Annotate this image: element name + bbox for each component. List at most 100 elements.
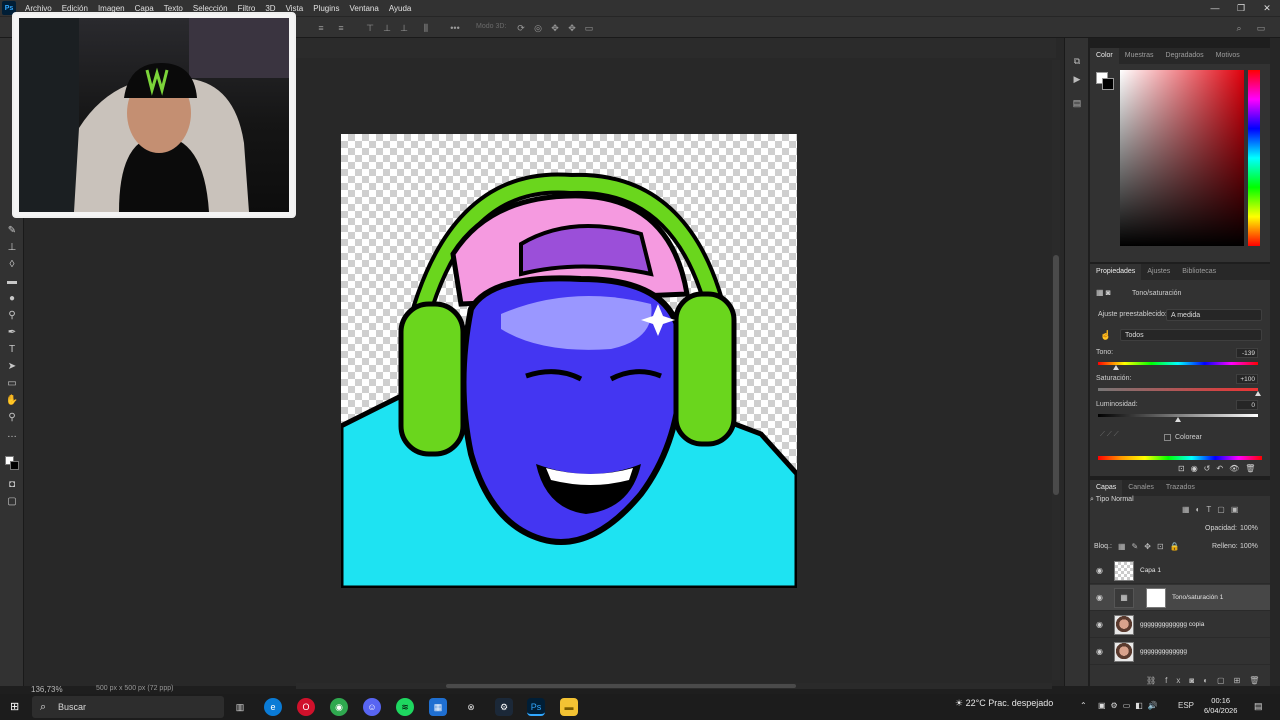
- align-left-icon[interactable]: ≡: [315, 22, 327, 34]
- roll-3d-icon[interactable]: ◎: [532, 22, 544, 34]
- vertical-scrollbar[interactable]: [1052, 60, 1060, 680]
- layer-row-selected[interactable]: ◉ ▦ Tono/saturación 1: [1090, 585, 1270, 611]
- layer-row[interactable]: ◉ ggggggggggggg: [1090, 639, 1270, 665]
- orbit-3d-icon[interactable]: ⟳: [515, 22, 527, 34]
- hand-tool-icon[interactable]: ✋: [5, 394, 19, 408]
- actions-icon[interactable]: ▶: [1071, 74, 1083, 86]
- layer-filter-icons[interactable]: ▦◐T▢▣: [1182, 505, 1244, 514]
- steam-icon[interactable]: ⚙: [495, 698, 513, 716]
- rectangle-tool-icon[interactable]: ▭: [5, 377, 19, 391]
- type-tool-icon[interactable]: T: [5, 343, 19, 357]
- vertical-scroll-thumb[interactable]: [1053, 255, 1059, 495]
- tab-bibliotecas[interactable]: Bibliotecas: [1176, 264, 1222, 280]
- layer-name[interactable]: ggggggggggggg copia: [1140, 621, 1204, 628]
- saturation-slider-track[interactable]: [1098, 388, 1261, 396]
- menu-ayuda[interactable]: Ayuda: [389, 4, 412, 13]
- tray-chevron-icon[interactable]: ⌃: [1080, 701, 1087, 710]
- clock[interactable]: 00:16 6/04/2026: [1204, 696, 1237, 716]
- task-view-icon[interactable]: ▥: [231, 698, 249, 716]
- notifications-icon[interactable]: ▤: [1254, 701, 1263, 712]
- search-icon[interactable]: ⌕: [1233, 22, 1245, 34]
- stamp-tool-icon[interactable]: ⊥: [5, 241, 19, 255]
- more-options-icon[interactable]: •••: [449, 22, 461, 34]
- pan-3d-icon[interactable]: ✥: [549, 22, 561, 34]
- comments-icon[interactable]: ▤: [1071, 98, 1083, 110]
- layer-row[interactable]: ◉ ggggggggggggg copia: [1090, 612, 1270, 638]
- edit-toolbar-icon[interactable]: …: [5, 428, 19, 442]
- layer-name[interactable]: Tono/saturación 1: [1172, 594, 1223, 601]
- spotify-icon[interactable]: ≋: [396, 698, 414, 716]
- properties-footer-icons[interactable]: ⊡◉↺↶👁🗑: [1178, 464, 1261, 473]
- align-top-icon[interactable]: ⊤: [364, 22, 376, 34]
- dodge-tool-icon[interactable]: ⚲: [5, 309, 19, 323]
- layer-row[interactable]: ◉ Capa 1: [1090, 558, 1270, 584]
- layer-name[interactable]: ggggggggggggg: [1140, 648, 1187, 655]
- path-selection-icon[interactable]: ➤: [5, 360, 19, 374]
- slide-3d-icon[interactable]: ✥: [566, 22, 578, 34]
- layer-name[interactable]: Capa 1: [1140, 567, 1161, 574]
- visibility-eye-icon[interactable]: ◉: [1096, 620, 1106, 629]
- hue-slider-track[interactable]: [1098, 362, 1258, 370]
- input-language[interactable]: ESP: [1178, 701, 1194, 710]
- opacity-value[interactable]: 100%: [1240, 525, 1258, 532]
- lock-icons[interactable]: ▦✎✥⊡🔒: [1118, 542, 1186, 551]
- tray-icons[interactable]: ▣⚙▭◧🔊: [1098, 701, 1163, 710]
- eraser-tool-icon[interactable]: ◊: [5, 258, 19, 272]
- lightness-slider-track[interactable]: [1098, 414, 1258, 422]
- visibility-eye-icon[interactable]: ◉: [1096, 593, 1106, 602]
- windows-start-icon[interactable]: ⊞: [10, 701, 22, 713]
- menu-ventana[interactable]: Ventana: [349, 4, 378, 13]
- restore-button[interactable]: ❐: [1228, 0, 1254, 16]
- opera-icon[interactable]: O: [297, 698, 315, 716]
- align-middle-icon[interactable]: ⊥: [381, 22, 393, 34]
- saturation-slider-knob[interactable]: [1255, 391, 1261, 396]
- hue-slider[interactable]: [1248, 70, 1260, 246]
- fill-value[interactable]: 100%: [1240, 543, 1258, 550]
- tab-propiedades[interactable]: Propiedades: [1090, 264, 1142, 280]
- edge-icon[interactable]: e: [264, 698, 282, 716]
- app-icon[interactable]: ⊗: [462, 698, 480, 716]
- chrome-icon[interactable]: ◉: [330, 698, 348, 716]
- target-adjust-hand-icon[interactable]: ☝: [1100, 330, 1111, 341]
- color-picker-field[interactable]: [1120, 70, 1244, 246]
- eyedropper-icon[interactable]: ⟋ ⟋ ⟋: [1100, 431, 1119, 439]
- lightness-value[interactable]: 0: [1236, 400, 1258, 410]
- tab-canales[interactable]: Canales: [1122, 480, 1160, 496]
- colorize-checkbox[interactable]: [1164, 434, 1171, 441]
- channel-dropdown[interactable]: Todos: [1120, 329, 1262, 341]
- tab-capas[interactable]: Capas: [1090, 480, 1123, 496]
- file-explorer-icon[interactable]: ▬: [560, 698, 578, 716]
- zoom-tool-icon[interactable]: ⚲: [5, 411, 19, 425]
- tab-degradados[interactable]: Degradados: [1160, 48, 1210, 64]
- visibility-eye-icon[interactable]: ◉: [1096, 647, 1106, 656]
- document-canvas[interactable]: [341, 134, 797, 588]
- store-icon[interactable]: ▦: [429, 698, 447, 716]
- hue-value[interactable]: -139: [1236, 348, 1258, 358]
- lightness-slider-knob[interactable]: [1175, 417, 1181, 422]
- tab-trazados[interactable]: Trazados: [1160, 480, 1201, 496]
- close-button[interactable]: ✕: [1254, 0, 1280, 16]
- layer-filter-dropdown[interactable]: ⌕ Tipo: [1090, 496, 1109, 503]
- screen-mode-icon[interactable]: ▢: [5, 495, 19, 509]
- history-icon[interactable]: ⧉: [1071, 56, 1083, 68]
- distribute-icon[interactable]: ⫼: [420, 22, 432, 34]
- panels-scrollbar[interactable]: [1270, 38, 1280, 686]
- taskbar-search-box[interactable]: ⌕ Buscar: [32, 696, 224, 718]
- discord-icon[interactable]: ☺: [363, 698, 381, 716]
- brush-tool-icon[interactable]: ✎: [5, 224, 19, 238]
- hue-slider-knob[interactable]: [1113, 365, 1120, 370]
- tab-ajustes[interactable]: Ajustes: [1141, 264, 1176, 280]
- pen-tool-icon[interactable]: ✒: [5, 326, 19, 340]
- zoom-level[interactable]: 136,73%: [31, 685, 63, 694]
- weather-widget[interactable]: ☀ 22°C Prac. despejado: [955, 698, 1053, 709]
- preset-dropdown[interactable]: A medida: [1166, 309, 1262, 321]
- layers-footer-icons[interactable]: ⛓fx◙◐▢⊞🗑: [1146, 676, 1268, 685]
- workspace-icon[interactable]: ▭: [1255, 22, 1267, 34]
- saturation-value[interactable]: +100: [1236, 374, 1258, 384]
- background-color[interactable]: [1102, 78, 1114, 90]
- blur-tool-icon[interactable]: ●: [5, 292, 19, 306]
- blend-mode-dropdown[interactable]: Normal: [1111, 496, 1134, 503]
- quick-mask-icon[interactable]: ◘: [5, 478, 19, 492]
- tab-motivos[interactable]: Motivos: [1210, 48, 1246, 64]
- background-color-swatch[interactable]: [10, 461, 19, 470]
